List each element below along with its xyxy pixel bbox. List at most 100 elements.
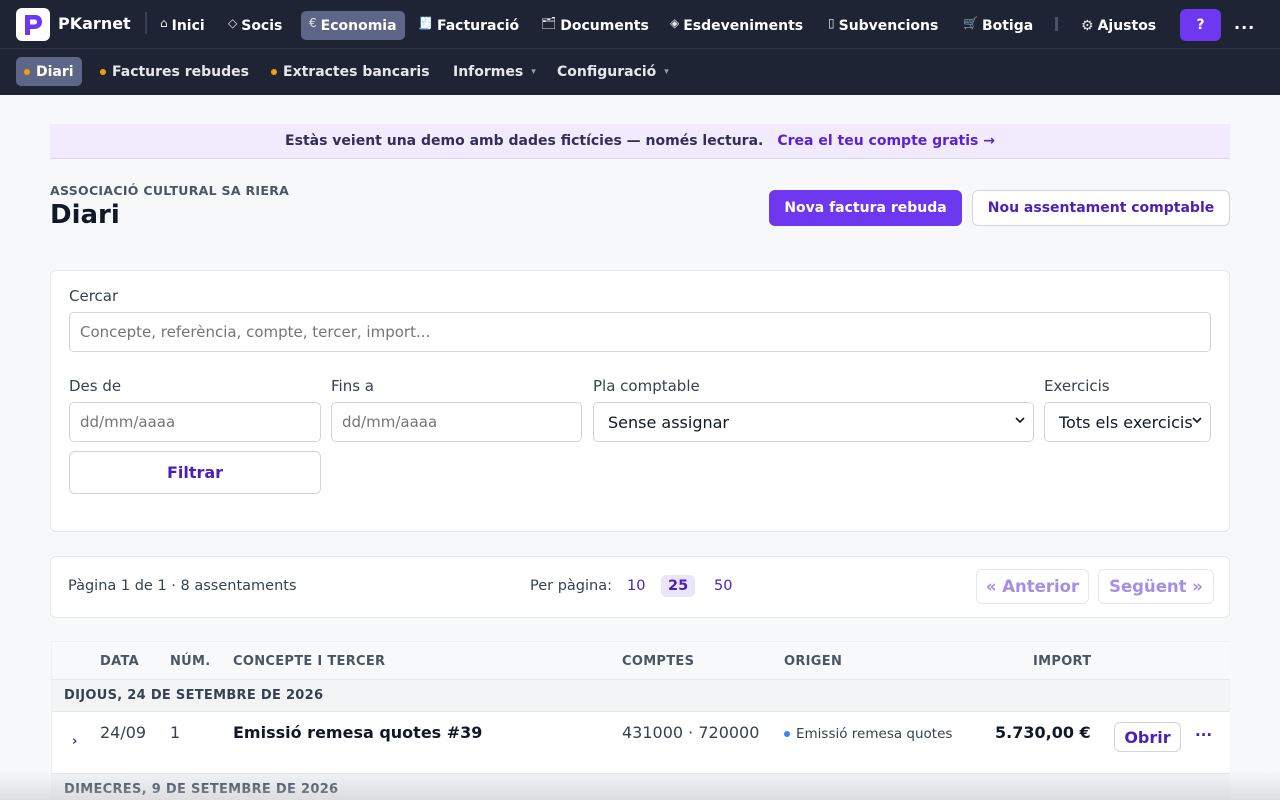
subnav-label: Informes: [453, 63, 524, 80]
date-from-label: Des de: [69, 377, 122, 395]
more-menu-button[interactable]: ...: [1234, 14, 1255, 33]
logo-icon: [25, 14, 42, 35]
top-navigation: PKarnet ⌂ Inici ◇ Socis € Economia 🧾 Fac…: [0, 0, 1280, 48]
demo-message: Estàs veient una demo amb dades fictície…: [285, 133, 764, 149]
nav-label: Subvencions: [838, 17, 939, 34]
filter-button[interactable]: Filtrar: [69, 451, 321, 494]
open-entry-button[interactable]: Obrir: [1114, 722, 1181, 752]
gear-icon: ⚙: [1081, 17, 1094, 34]
select-value: Tots els exercicis: [1059, 412, 1193, 432]
folder-icon: 🗂: [541, 15, 557, 30]
previous-page-button[interactable]: « Anterior: [976, 569, 1089, 604]
nav-label: Ajustos: [1097, 17, 1157, 34]
status-dot: [271, 68, 277, 75]
entry-amount: 5.730,00 €: [995, 723, 1091, 742]
nav-label: Economia: [320, 17, 397, 34]
column-header-accounts: COMPTES: [622, 654, 695, 669]
create-account-link[interactable]: Crea el teu compte gratis →: [777, 133, 995, 149]
subnav-item-extractes-bancaris[interactable]: Extractes bancaris: [263, 57, 438, 86]
nav-item-botiga[interactable]: 🛒 Botiga: [955, 11, 1041, 40]
chevron-down-icon: [1015, 417, 1025, 424]
next-page-button[interactable]: Següent »: [1098, 569, 1214, 604]
select-value: Sense assignar: [608, 412, 730, 432]
filter-panel: Cercar Des de Fins a Pla comptable Sense…: [50, 270, 1230, 532]
nav-item-facturacio[interactable]: 🧾 Facturació: [410, 11, 527, 40]
entry-concept: Emissió remesa quotes #39: [233, 723, 483, 742]
subnav-item-informes[interactable]: Informes ▾: [445, 57, 544, 86]
nav-item-socis[interactable]: ◇ Socis: [220, 11, 290, 40]
table-header: DATA NÚM. CONCEPTE I TERCER COMPTES ORIG…: [52, 642, 1230, 680]
subnav-item-diari[interactable]: Diari: [16, 57, 82, 86]
organization-name: ASSOCIACIÓ CULTURAL SA RIERA: [50, 183, 290, 198]
nav-label: Socis: [241, 17, 283, 34]
entry-number: 1: [170, 723, 181, 742]
search-input[interactable]: [69, 312, 1211, 352]
per-page-option-10[interactable]: 10: [620, 575, 652, 597]
diamond-icon: ◇: [228, 15, 238, 30]
nav-item-esdeveniments[interactable]: ◈ Esdeveniments: [662, 11, 811, 40]
event-icon: ◈: [670, 15, 680, 30]
date-group-heading: DIJOUS, 24 DE SETEMBRE DE 2026: [52, 680, 1230, 712]
column-header-amount: IMPORT: [1033, 654, 1092, 669]
nav-item-subvencions[interactable]: ▯ Subvencions: [820, 11, 946, 40]
new-journal-entry-button[interactable]: Nou assentament comptable: [972, 190, 1230, 226]
new-received-invoice-button[interactable]: Nova factura rebuda: [769, 190, 962, 226]
nav-label: Esdeveniments: [683, 17, 804, 34]
chevron-down-icon: ▾: [664, 66, 669, 77]
nav-item-ajustos[interactable]: ⚙ Ajustos: [1073, 11, 1164, 40]
pagination-bar: Pàgina 1 de 1 · 8 assentaments Per pàgin…: [50, 556, 1230, 618]
cart-icon: 🛒: [963, 15, 978, 30]
column-header-origin: ORIGEN: [784, 654, 843, 669]
journal-table: DATA NÚM. CONCEPTE I TERCER COMPTES ORIG…: [51, 641, 1230, 800]
nav-divider: [1055, 17, 1058, 31]
column-header-date: DATA: [100, 654, 139, 669]
fiscal-year-label: Exercicis: [1044, 377, 1110, 395]
fiscal-year-select[interactable]: Tots els exercicis: [1044, 402, 1211, 442]
column-header-concept: CONCEPTE I TERCER: [233, 654, 386, 669]
subnav-item-configuracio[interactable]: Configuració ▾: [549, 57, 677, 86]
chart-of-accounts-label: Pla comptable: [593, 377, 700, 395]
row-more-icon[interactable]: ···: [1195, 726, 1212, 744]
nav-label: Botiga: [981, 17, 1034, 34]
receipt-icon: 🧾: [418, 15, 433, 30]
sub-navigation: Diari Factures rebudes Extractes bancari…: [0, 48, 1280, 95]
origin-dot: [784, 731, 790, 737]
entry-date: 24/09: [100, 723, 147, 742]
per-page-option-50[interactable]: 50: [707, 575, 739, 597]
subnav-label: Diari: [36, 63, 74, 80]
date-from-input[interactable]: [69, 402, 321, 442]
nav-label: Documents: [560, 17, 649, 34]
date-to-input[interactable]: [331, 402, 582, 442]
subnav-label: Extractes bancaris: [283, 63, 430, 80]
status-dot: [100, 68, 106, 75]
group-date-label: DIJOUS, 24 DE SETEMBRE DE 2026: [64, 688, 324, 703]
chevron-down-icon: [1192, 417, 1202, 424]
entry-accounts: 431000 · 720000: [622, 723, 760, 742]
chevron-right-icon[interactable]: ›: [72, 734, 77, 749]
status-dot: [24, 68, 30, 75]
nav-item-economia[interactable]: € Economia: [301, 11, 405, 40]
nav-item-documents[interactable]: 🗂 Documents: [533, 11, 657, 40]
nav-label: Inici: [171, 17, 205, 34]
grant-icon: ▯: [828, 15, 835, 30]
date-group-heading: DIMECRES, 9 DE SETEMBRE DE 2026: [52, 774, 1230, 800]
per-page-option-25[interactable]: 25: [661, 575, 696, 597]
column-header-number: NÚM.: [170, 654, 211, 669]
chart-of-accounts-select[interactable]: Sense assignar: [593, 402, 1034, 442]
subnav-label: Configuració: [557, 63, 657, 80]
pagination-info: Pàgina 1 de 1 · 8 assentaments: [68, 578, 297, 594]
per-page-label: Per pàgina:: [530, 578, 613, 594]
nav-label: Facturació: [436, 17, 520, 34]
euro-icon: €: [309, 15, 317, 30]
chevron-down-icon: ▾: [531, 66, 536, 77]
app-logo[interactable]: [16, 8, 50, 41]
demo-banner: Estàs veient una demo amb dades fictície…: [50, 124, 1230, 159]
nav-item-inici[interactable]: ⌂ Inici: [152, 11, 213, 40]
subnav-item-factures-rebudes[interactable]: Factures rebudes: [92, 57, 257, 86]
table-row[interactable]: › 24/09 1 Emissió remesa quotes #39 4310…: [52, 712, 1230, 774]
help-button[interactable]: ?: [1180, 9, 1221, 41]
page-title: Diari: [50, 200, 120, 230]
search-label: Cercar: [69, 287, 119, 305]
brand-name[interactable]: PKarnet: [58, 14, 131, 33]
group-date-label: DIMECRES, 9 DE SETEMBRE DE 2026: [64, 782, 339, 797]
